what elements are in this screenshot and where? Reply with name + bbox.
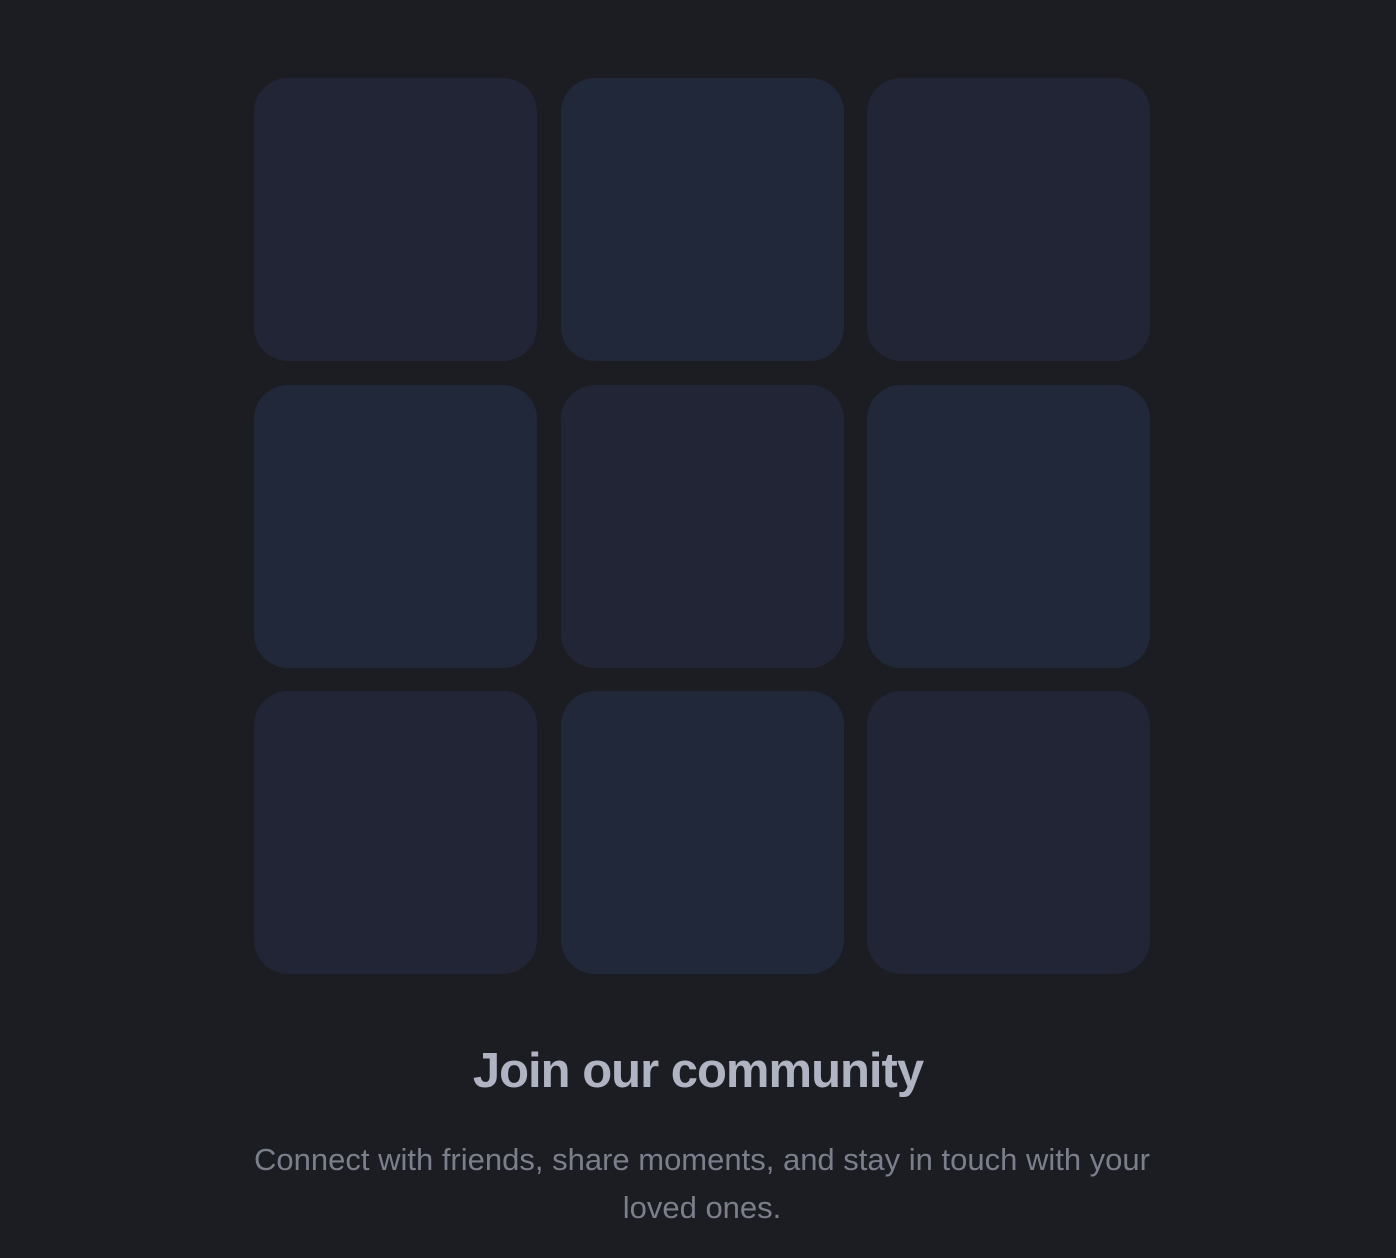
image-placeholder-tile [867,384,1150,668]
image-placeholder-tile [867,78,1150,361]
image-placeholder-tile [867,691,1150,974]
image-placeholder-tile [560,78,844,361]
page-description: Connect with friends, share moments, and… [254,1142,1150,1225]
image-placeholder-tile [254,691,537,974]
image-placeholder-tile [254,78,537,361]
image-placeholder-tile [254,384,537,668]
image-placeholder-tile [560,691,844,974]
community-page: Join our community Connect with friends,… [0,0,1396,1258]
page-title: Join our community [472,1044,924,1098]
image-placeholder-tile [560,384,844,668]
image-placeholder-grid [254,78,1150,974]
